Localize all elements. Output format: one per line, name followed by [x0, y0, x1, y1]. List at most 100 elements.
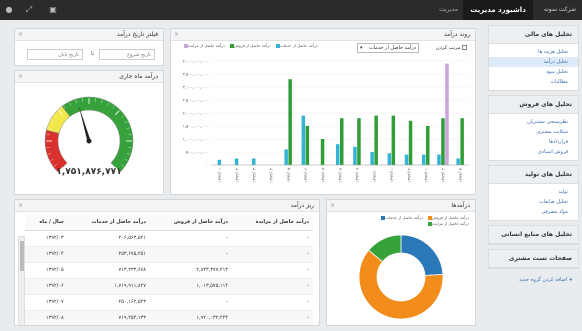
bar[interactable] — [284, 149, 288, 165]
close-icon[interactable]: × — [330, 200, 335, 212]
tab-management-dashboard[interactable]: داشبورد مدیریت — [463, 0, 533, 20]
bar[interactable] — [353, 146, 357, 165]
sidebar-group-title[interactable]: تحلیل های فروش — [489, 96, 578, 114]
bar[interactable] — [336, 144, 340, 165]
bar[interactable] — [422, 154, 426, 165]
legend-item[interactable]: درآمد حاصل از فروش — [229, 43, 271, 48]
legend-label: درآمد حاصل از فروش — [432, 215, 469, 220]
table-cell: - — [231, 310, 313, 325]
sidebar-group-title[interactable]: تحلیل های مالی — [489, 26, 578, 44]
bar[interactable] — [445, 63, 449, 165]
column-header[interactable]: سال / ماه — [25, 214, 68, 231]
y-tick-label: ۰ — [206, 163, 208, 168]
gauge-hub — [86, 138, 92, 144]
sidebar-item[interactable]: قراردادها — [489, 137, 578, 147]
bar[interactable] — [456, 158, 460, 166]
sidebar-group-title[interactable]: تحلیل های منابع انسانی — [489, 226, 578, 244]
column-header[interactable]: درآمد حاصل از خدمات — [67, 214, 150, 231]
table-row[interactable]: ۱۳۹۲/۰۸ ۷۱۹,۲۵۴,۱۳۳ ۱,۹۲۰,۰۳۲,۴۴۴- — [25, 310, 313, 325]
bar[interactable] — [234, 158, 239, 166]
tab-management[interactable]: مدیریت — [439, 6, 458, 13]
bar[interactable] — [374, 115, 378, 165]
close-icon[interactable]: × — [18, 200, 23, 212]
close-icon[interactable]: × — [174, 29, 179, 41]
sidebar-item[interactable]: نظرسنجی مشتریان — [489, 117, 578, 127]
gauge-header: درآمد ماه جاری × — [15, 71, 163, 83]
end-date-input[interactable] — [27, 49, 83, 60]
revenue-donut-title: درآمدها — [451, 202, 470, 209]
table-row[interactable]: ۱۳۹۲/۰۵ ۷۱۳,۲۳۳,۶۷۸ ۲,۸۳۳,۳۷۷,۲۱۳- — [25, 262, 313, 279]
y-tick-label: ۱,۰۰۰,۰۰۰,۰۰۰ — [183, 137, 208, 142]
user-icon[interactable]: ● — [4, 5, 14, 15]
add-group-link[interactable]: اضافه کردن گروه جدید + — [488, 273, 579, 287]
legend-item[interactable]: درآمد حاصل از خدمات — [275, 43, 318, 48]
legend-item[interactable]: درآمد حاصل از مزایده — [183, 43, 225, 48]
sidebar-item[interactable]: تحلیل سود — [489, 67, 578, 77]
bar[interactable] — [288, 79, 292, 165]
sort-checkbox[interactable] — [462, 45, 467, 50]
sidebar: تحلیل های مالی تحلیل هزینه ها تحلیل درآمد ت… — [488, 25, 579, 331]
bar[interactable] — [340, 118, 344, 165]
bar[interactable] — [252, 158, 256, 166]
bar[interactable] — [301, 115, 306, 165]
sidebar-item[interactable]: تحلیل ضایعات — [489, 197, 578, 207]
donut-legend-item[interactable]: درآمد حاصل از خدمات — [380, 215, 423, 221]
close-icon[interactable]: × — [18, 71, 23, 83]
gauge-needle — [78, 105, 91, 142]
scrollbar-thumb[interactable] — [20, 241, 24, 271]
sidebar-item[interactable]: تحلیل درآمد — [489, 57, 578, 67]
sidebar-item[interactable]: مواد مصرفی — [489, 207, 578, 217]
y-tick-label: ۵۰۰,۰۰۰,۰۰۰ — [186, 150, 208, 155]
table-cell: ۲,۸۳۳,۳۷۷,۲۱۳ — [149, 262, 232, 279]
table-scrollbar[interactable] — [18, 236, 25, 325]
sidebar-item[interactable]: شکایت مشتری — [489, 127, 578, 137]
bar[interactable] — [437, 154, 441, 165]
sidebar-item[interactable]: مطالبات — [489, 77, 578, 87]
table-cell: - — [231, 246, 313, 263]
close-icon[interactable]: × — [18, 29, 23, 41]
sidebar-group-title[interactable]: تحلیل های تولید — [489, 166, 578, 184]
bar[interactable] — [426, 126, 430, 165]
legend-label: درآمد حاصل از خدمات — [279, 43, 318, 48]
bar[interactable] — [217, 159, 222, 165]
table-cell: ۱۳۹۲/۰۸ — [25, 310, 68, 325]
bar[interactable] — [357, 118, 361, 165]
table-row[interactable]: ۱۳۹۲/۰۶ ۱,۷۱۹,۹۱۱,۸۲۷ ۱,۰۱۳,۵۷۵,۱۱۴- — [25, 278, 313, 295]
series-select[interactable]: درآمد حاصل از خدمات ▾ — [357, 43, 419, 53]
sidebar-item[interactable]: تحلیل هزینه ها — [489, 47, 578, 57]
bar[interactable] — [320, 139, 325, 165]
gauge-band-green — [61, 96, 134, 173]
table-row[interactable]: ۱۳۹۲/۰۷ ۲۵۰,۱۶۲,۵۲۳- - — [25, 294, 313, 311]
start-date-input[interactable] — [99, 49, 155, 60]
print-icon[interactable]: ▣ — [48, 5, 58, 15]
date-filter-panel: فیلتر تاریخ درآمد × تا — [14, 28, 164, 66]
expand-icon[interactable]: ⤢ — [24, 5, 34, 15]
column-header[interactable]: درآمد حاصل از مزایده — [231, 214, 313, 231]
details-panel: ریز درآمد × سال / ماه درآمد حاصل از خدمات… — [14, 199, 320, 326]
bar[interactable] — [391, 115, 396, 165]
sort-toggle[interactable]: مرتب کردن — [436, 45, 467, 51]
sidebar-item[interactable]: فروش اسنادی — [489, 147, 578, 157]
bar[interactable] — [408, 120, 413, 165]
trend-header: روند درآمد × — [171, 29, 475, 41]
bar[interactable] — [387, 153, 392, 165]
table-cell: ۱۳۹۲/۰۶ — [25, 278, 68, 295]
table-row[interactable]: ۱۳۹۲/۰۴ ۲۵۳,۶۷۵,۲۵۱- - — [25, 246, 313, 263]
donut-slice[interactable] — [400, 234, 444, 276]
x-tick-label: ۱۳۹۲/۰۲ — [234, 168, 239, 182]
column-header[interactable]: درآمد حاصل از فروش — [149, 214, 232, 231]
bar[interactable] — [370, 152, 374, 165]
bar[interactable] — [441, 118, 445, 165]
gauge-panel: درآمد ماه جاری × ۱,۷۵۱,۸۷۶,۷۷۱ — [14, 70, 164, 195]
sidebar-item[interactable]: تولید — [489, 187, 578, 197]
bar[interactable] — [404, 154, 409, 165]
bar[interactable] — [460, 118, 464, 165]
series-select-value: درآمد حاصل از خدمات — [368, 45, 416, 51]
brand-name[interactable]: شرکت نمونه — [544, 6, 576, 13]
table-row[interactable]: ۱۳۹۲/۰۳ ۲۰۶,۵۶۳,۵۲۱- - — [25, 230, 313, 247]
table-cell: ۱۳۹۲/۰۵ — [25, 262, 68, 279]
table-cell: ۱۳۹۲/۰۷ — [25, 294, 68, 311]
bar[interactable] — [305, 126, 310, 165]
sidebar-group-title[interactable]: صفحات تست مشتری — [489, 250, 578, 268]
details-table: سال / ماه درآمد حاصل از خدمات درآمد حاصل ا… — [25, 214, 313, 325]
